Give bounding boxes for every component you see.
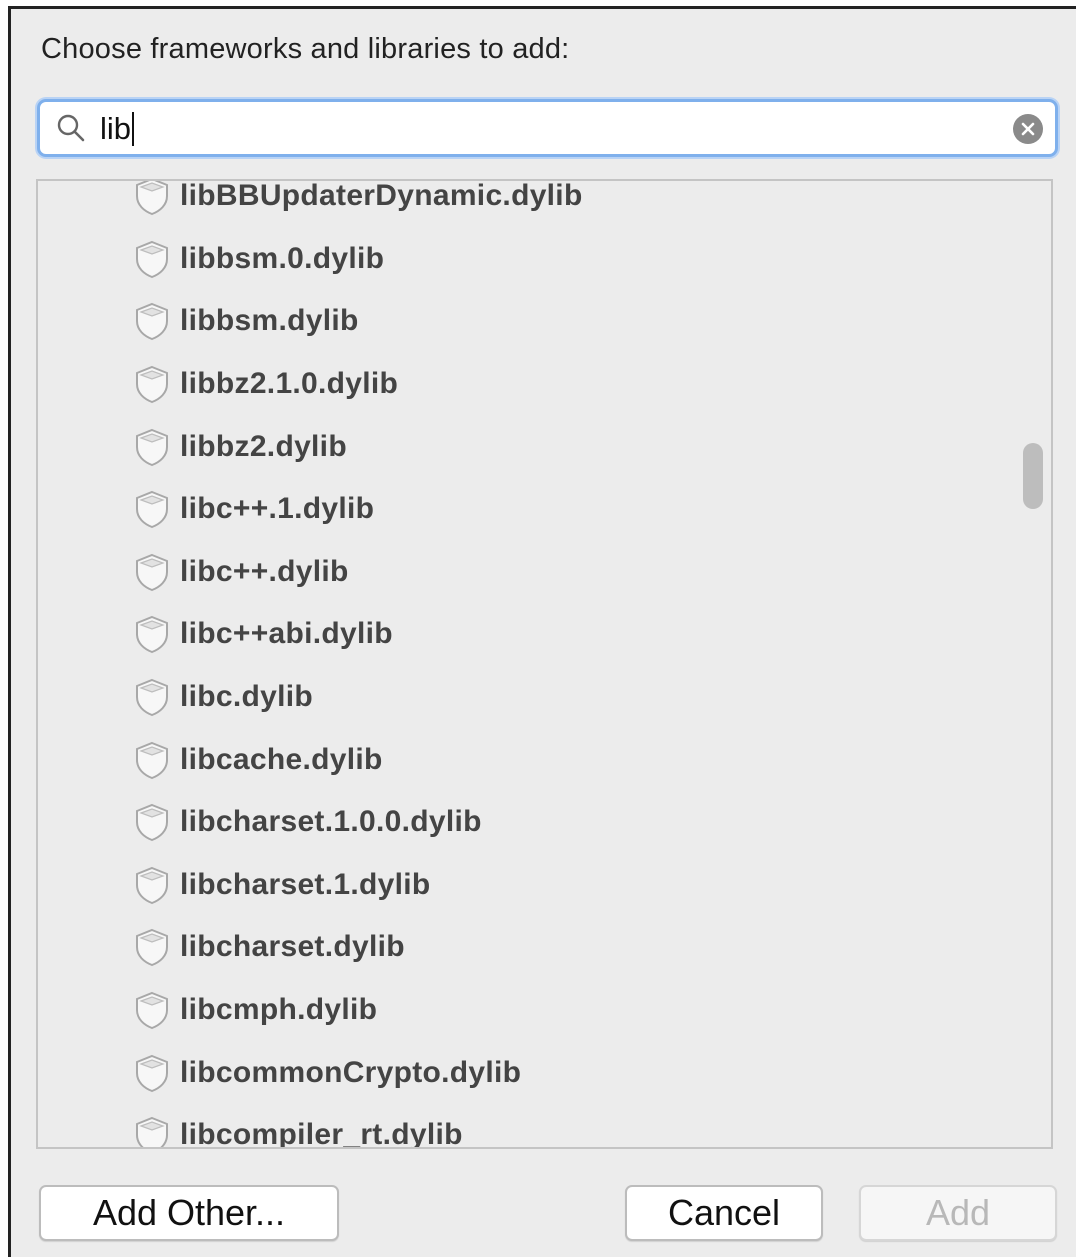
list-item-label: libcharset.1.0.0.dylib <box>180 805 482 839</box>
list-item[interactable]: libbsm.0.dylib <box>38 228 1051 291</box>
library-icon <box>136 240 168 278</box>
list-item[interactable]: libcmph.dylib <box>38 979 1051 1042</box>
add-other-button[interactable]: Add Other... <box>39 1185 339 1241</box>
list-item-label: libc++abi.dylib <box>180 617 393 651</box>
library-icon <box>136 1054 168 1092</box>
list-item[interactable]: libBBUpdaterDynamic.dylib <box>38 179 1051 228</box>
list-item[interactable]: libbsm.dylib <box>38 290 1051 353</box>
library-icon <box>136 929 168 967</box>
list-item-label: libcommonCrypto.dylib <box>180 1055 522 1089</box>
list-item-label: libcache.dylib <box>180 742 383 776</box>
search-field[interactable]: lib <box>37 99 1058 157</box>
list-item[interactable]: libc++.1.dylib <box>38 478 1051 541</box>
library-icon <box>136 553 168 591</box>
list-item[interactable]: libcharset.1.dylib <box>38 854 1051 917</box>
library-icon <box>136 1117 168 1147</box>
add-button[interactable]: Add <box>859 1185 1057 1241</box>
list-item-label: libcompiler_rt.dylib <box>180 1118 463 1149</box>
clear-search-icon[interactable] <box>1013 114 1043 144</box>
library-icon <box>136 491 168 529</box>
search-input[interactable]: lib <box>100 111 135 147</box>
cancel-button[interactable]: Cancel <box>625 1185 823 1241</box>
x-icon <box>1021 122 1035 136</box>
library-icon <box>136 804 168 842</box>
dialog-prompt: Choose frameworks and libraries to add: <box>41 33 570 65</box>
list-item-label: libcharset.1.dylib <box>180 867 431 901</box>
library-list-content: libBBUpdaterDynamic.dylib libbsm.0.dylib l… <box>38 179 1051 1149</box>
list-item[interactable]: libc.dylib <box>38 666 1051 729</box>
list-item-label: libcharset.dylib <box>180 930 405 964</box>
list-item[interactable]: libc++.dylib <box>38 541 1051 604</box>
list-item[interactable]: libcompiler_rt.dylib <box>38 1104 1051 1149</box>
search-icon <box>57 114 85 142</box>
library-icon <box>136 991 168 1030</box>
list-item[interactable]: libc++abi.dylib <box>38 603 1051 666</box>
text-caret <box>132 112 135 146</box>
library-icon <box>136 303 168 341</box>
search-input-value: lib <box>100 111 132 146</box>
list-item[interactable]: libcharset.dylib <box>38 916 1051 979</box>
list-item-label: libc.dylib <box>180 680 314 714</box>
library-icon <box>136 428 168 466</box>
add-frameworks-dialog: Choose frameworks and libraries to add: … <box>8 6 1076 1257</box>
list-item[interactable]: libbz2.dylib <box>38 415 1051 478</box>
list-item[interactable]: libcommonCrypto.dylib <box>38 1041 1051 1104</box>
library-icon <box>136 366 168 404</box>
list-item-label: libbsm.dylib <box>180 304 359 338</box>
library-icon <box>136 181 168 216</box>
list-item[interactable]: libcache.dylib <box>38 728 1051 791</box>
list-item-label: libbz2.dylib <box>180 429 347 463</box>
list-item-label: libbz2.1.0.dylib <box>180 367 399 401</box>
library-icon <box>136 866 168 904</box>
library-icon <box>136 616 168 654</box>
list-item-label: libc++.1.dylib <box>180 492 375 526</box>
list-item-label: libc++.dylib <box>180 554 349 588</box>
list-item[interactable]: libbz2.1.0.dylib <box>38 353 1051 416</box>
list-item[interactable]: libcharset.1.0.0.dylib <box>38 791 1051 854</box>
list-item-label: libbsm.0.dylib <box>180 241 385 275</box>
list-item-label: libcmph.dylib <box>180 993 378 1027</box>
library-list[interactable]: libBBUpdaterDynamic.dylib libbsm.0.dylib l… <box>36 179 1053 1149</box>
library-icon <box>136 678 168 717</box>
list-item-label: libBBUpdaterDynamic.dylib <box>180 179 583 213</box>
library-icon <box>136 741 168 779</box>
scrollbar-thumb[interactable] <box>1023 443 1043 509</box>
